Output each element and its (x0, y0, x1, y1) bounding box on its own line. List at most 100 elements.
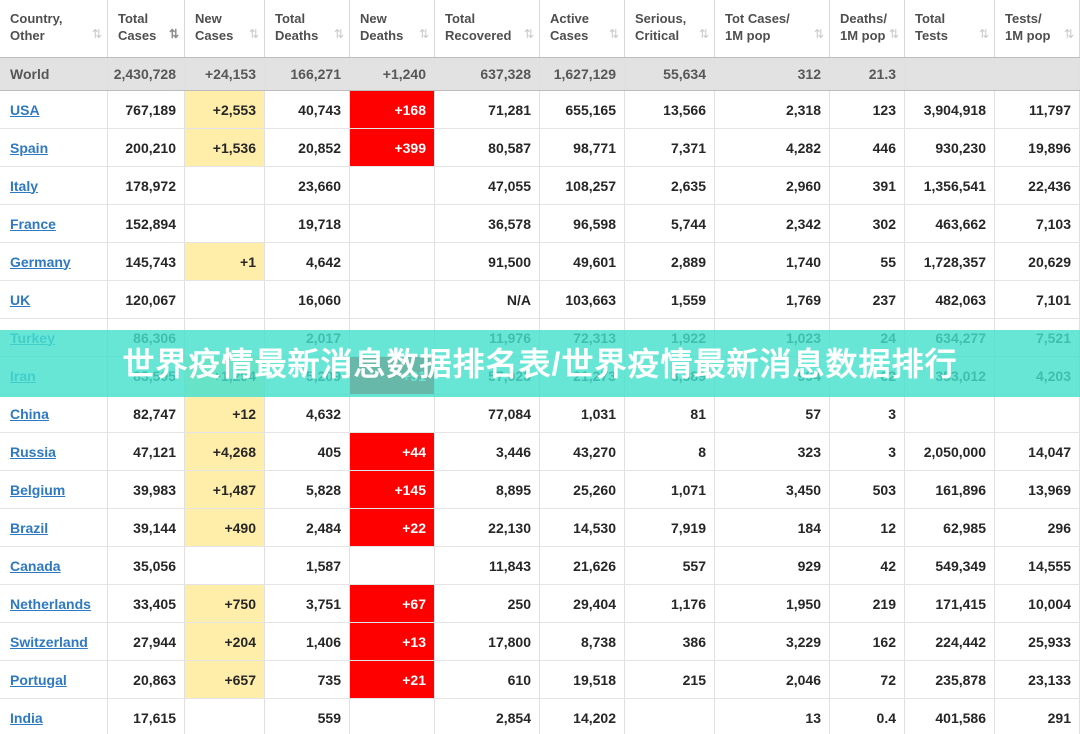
country-link[interactable]: USA (10, 102, 40, 118)
column-label: Tests/ (1005, 10, 1073, 27)
column-header-total_tests[interactable]: TotalTests⇅ (905, 0, 995, 57)
country-link[interactable]: Netherlands (10, 596, 91, 612)
cell-total_cases: 39,144 (108, 509, 185, 546)
cell-deaths_1m: 42 (830, 547, 905, 584)
cell-deaths_1m: 12 (830, 509, 905, 546)
cell-active_cases: 1,627,129 (540, 58, 625, 90)
column-header-tests_1m[interactable]: Tests/1M pop⇅ (995, 0, 1080, 57)
cell-total_cases: 20,863 (108, 661, 185, 698)
cell-new_deaths: +44 (350, 433, 435, 470)
cell-deaths_1m: 21.3 (830, 58, 905, 90)
cell-active_cases: 1,031 (540, 395, 625, 432)
cell-total_cases: 145,743 (108, 243, 185, 280)
cell-deaths_1m: 3 (830, 433, 905, 470)
cell-total_recovered: 71,281 (435, 91, 540, 128)
country-link[interactable]: Italy (10, 178, 38, 194)
cell-new_cases (185, 205, 265, 242)
column-header-new_deaths[interactable]: NewDeaths⇅ (350, 0, 435, 57)
sort-icon[interactable]: ⇅ (699, 27, 709, 41)
watermark-overlay: 世界疫情最新消息数据排名表/世界疫情最新消息数据排行 (0, 330, 1080, 397)
cell-new_deaths: +13 (350, 623, 435, 660)
cell-total_cases: 200,210 (108, 129, 185, 166)
table-row: France152,89419,71836,57896,5985,7442,34… (0, 205, 1080, 243)
cell-total_tests: 2,050,000 (905, 433, 995, 470)
column-header-active_cases[interactable]: ActiveCases⇅ (540, 0, 625, 57)
column-header-cases_1m[interactable]: Tot Cases/1M pop⇅ (715, 0, 830, 57)
cell-total_cases: 27,944 (108, 623, 185, 660)
column-header-deaths_1m[interactable]: Deaths/1M pop⇅ (830, 0, 905, 57)
cell-total_recovered: 91,500 (435, 243, 540, 280)
cell-new_deaths: +22 (350, 509, 435, 546)
cell-tests_1m: 7,103 (995, 205, 1080, 242)
cell-new_cases: +1,536 (185, 129, 265, 166)
column-header-total_recovered[interactable]: TotalRecovered⇅ (435, 0, 540, 57)
column-header-country[interactable]: Country,Other⇅ (0, 0, 108, 57)
sort-icon[interactable]: ⇅ (524, 27, 534, 41)
column-label: Deaths/ (840, 10, 898, 27)
country-link[interactable]: India (10, 710, 43, 726)
column-header-serious_critical[interactable]: Serious,Critical⇅ (625, 0, 715, 57)
cell-cases_1m: 1,950 (715, 585, 830, 622)
cell-country: World (0, 58, 108, 90)
country-link[interactable]: UK (10, 292, 30, 308)
cell-country: Netherlands (0, 585, 108, 622)
sort-active-icon[interactable]: ⇅ (169, 27, 179, 41)
cell-new_cases: +4,268 (185, 433, 265, 470)
cell-active_cases: 108,257 (540, 167, 625, 204)
sort-icon[interactable]: ⇅ (979, 27, 989, 41)
cell-country: Italy (0, 167, 108, 204)
cell-total_cases: 178,972 (108, 167, 185, 204)
cell-new_cases: +657 (185, 661, 265, 698)
cell-total_recovered: N/A (435, 281, 540, 318)
cell-active_cases: 8,738 (540, 623, 625, 660)
cell-cases_1m: 312 (715, 58, 830, 90)
country-link[interactable]: Switzerland (10, 634, 88, 650)
country-link[interactable]: Belgium (10, 482, 65, 498)
sort-icon[interactable]: ⇅ (889, 27, 899, 41)
cell-total_tests: 161,896 (905, 471, 995, 508)
sort-icon[interactable]: ⇅ (1064, 27, 1074, 41)
cell-serious_critical: 1,176 (625, 585, 715, 622)
column-header-total_deaths[interactable]: TotalDeaths⇅ (265, 0, 350, 57)
country-link[interactable]: China (10, 406, 49, 422)
country-link[interactable]: Brazil (10, 520, 48, 536)
table-header-row: Country,Other⇅TotalCases⇅NewCases⇅TotalD… (0, 0, 1080, 58)
cell-active_cases: 14,202 (540, 699, 625, 734)
column-header-total_cases[interactable]: TotalCases⇅ (108, 0, 185, 57)
cell-cases_1m: 323 (715, 433, 830, 470)
country-link[interactable]: Spain (10, 140, 48, 156)
cell-country: China (0, 395, 108, 432)
cell-new_cases: +24,153 (185, 58, 265, 90)
country-link[interactable]: Russia (10, 444, 56, 460)
cell-country: USA (0, 91, 108, 128)
sort-icon[interactable]: ⇅ (814, 27, 824, 41)
sort-icon[interactable]: ⇅ (609, 27, 619, 41)
sort-icon[interactable]: ⇅ (249, 27, 259, 41)
cell-total_deaths: 5,828 (265, 471, 350, 508)
country-link[interactable]: Portugal (10, 672, 67, 688)
cell-country: Spain (0, 129, 108, 166)
column-header-new_cases[interactable]: NewCases⇅ (185, 0, 265, 57)
cell-tests_1m: 13,969 (995, 471, 1080, 508)
cell-serious_critical: 5,744 (625, 205, 715, 242)
column-label: Total (445, 10, 533, 27)
cell-active_cases: 96,598 (540, 205, 625, 242)
country-link[interactable]: Canada (10, 558, 61, 574)
cell-country: India (0, 699, 108, 734)
column-label: Deaths (275, 27, 343, 44)
country-link[interactable]: Germany (10, 254, 71, 270)
sort-icon[interactable]: ⇅ (92, 27, 102, 41)
cell-serious_critical: 386 (625, 623, 715, 660)
cell-total_tests: 482,063 (905, 281, 995, 318)
cell-new_cases (185, 547, 265, 584)
cell-total_deaths: 4,632 (265, 395, 350, 432)
cell-deaths_1m: 503 (830, 471, 905, 508)
cell-deaths_1m: 391 (830, 167, 905, 204)
column-label: Total (915, 10, 988, 27)
cell-tests_1m: 7,101 (995, 281, 1080, 318)
cell-cases_1m: 2,318 (715, 91, 830, 128)
cell-new_cases: +204 (185, 623, 265, 660)
sort-icon[interactable]: ⇅ (419, 27, 429, 41)
sort-icon[interactable]: ⇅ (334, 27, 344, 41)
country-link[interactable]: France (10, 216, 56, 232)
